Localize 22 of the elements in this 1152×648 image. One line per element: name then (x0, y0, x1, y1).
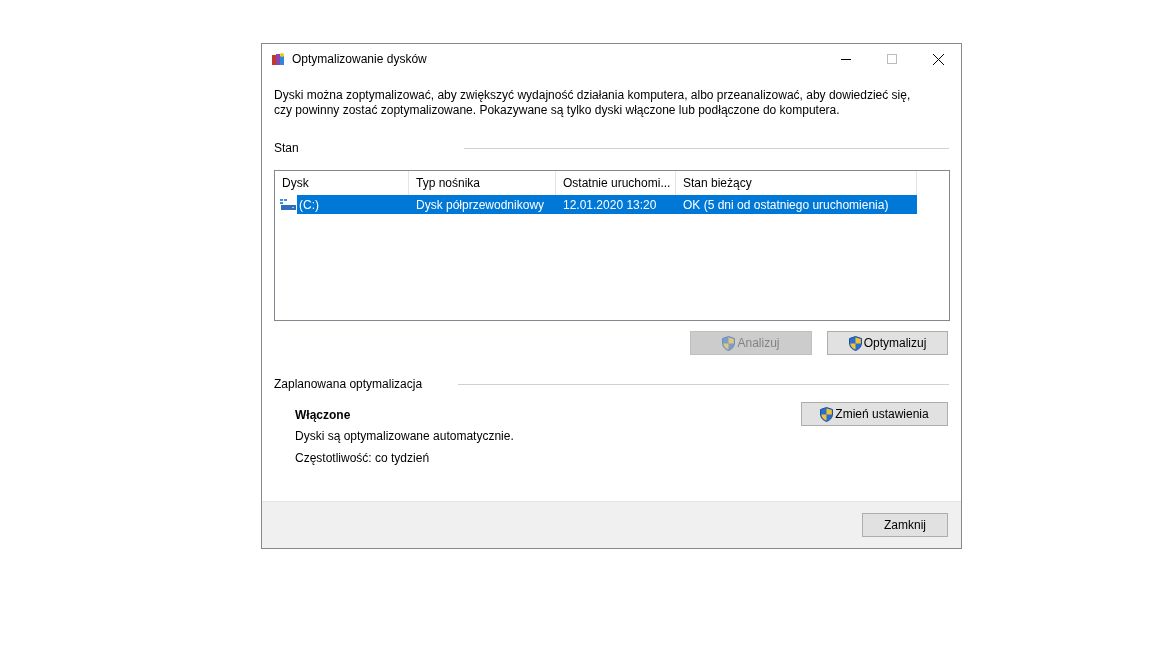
table-cell: Dysk półprzewodnikowy (409, 195, 556, 214)
shield-icon (848, 335, 862, 351)
table-cell: 12.01.2020 13:20 (556, 195, 676, 214)
shield-icon (722, 335, 736, 351)
table-cell: OK (5 dni od ostatniego uruchomienia) (676, 195, 917, 214)
section-label: Zaplanowana optymalizacja (274, 376, 424, 393)
description-text: Dyski można zoptymalizować, aby zwiększyć wydajność działania komputera, albo przeanalizować, aby dowiedzieć się, czy powinny zostać zoptymalizowane. Pokazywane są tylko dyski włączone lub podłączone do komputera. (274, 88, 912, 118)
schedule-text: Dyski są optymalizowane automatycznie. (295, 429, 514, 444)
change-settings-button[interactable]: Zmień ustawienia (801, 402, 948, 426)
app-icon (271, 52, 285, 66)
optimize-button[interactable]: Optymalizuj (827, 331, 948, 355)
shield-icon (820, 406, 834, 422)
minimize-icon (841, 58, 851, 60)
maximize-icon (887, 54, 897, 64)
schedule-text: Częstotliwość: co tydzień (295, 451, 431, 466)
window-title: Optymalizowanie dysków (292, 51, 427, 68)
table-cell: (C:) (297, 195, 409, 214)
close-icon (932, 53, 944, 65)
section-label: Stan (274, 140, 300, 157)
schedule-state: Włączone (295, 407, 352, 423)
drive-icon (280, 198, 296, 211)
close-dialog-button[interactable]: Zamknij (862, 513, 948, 537)
